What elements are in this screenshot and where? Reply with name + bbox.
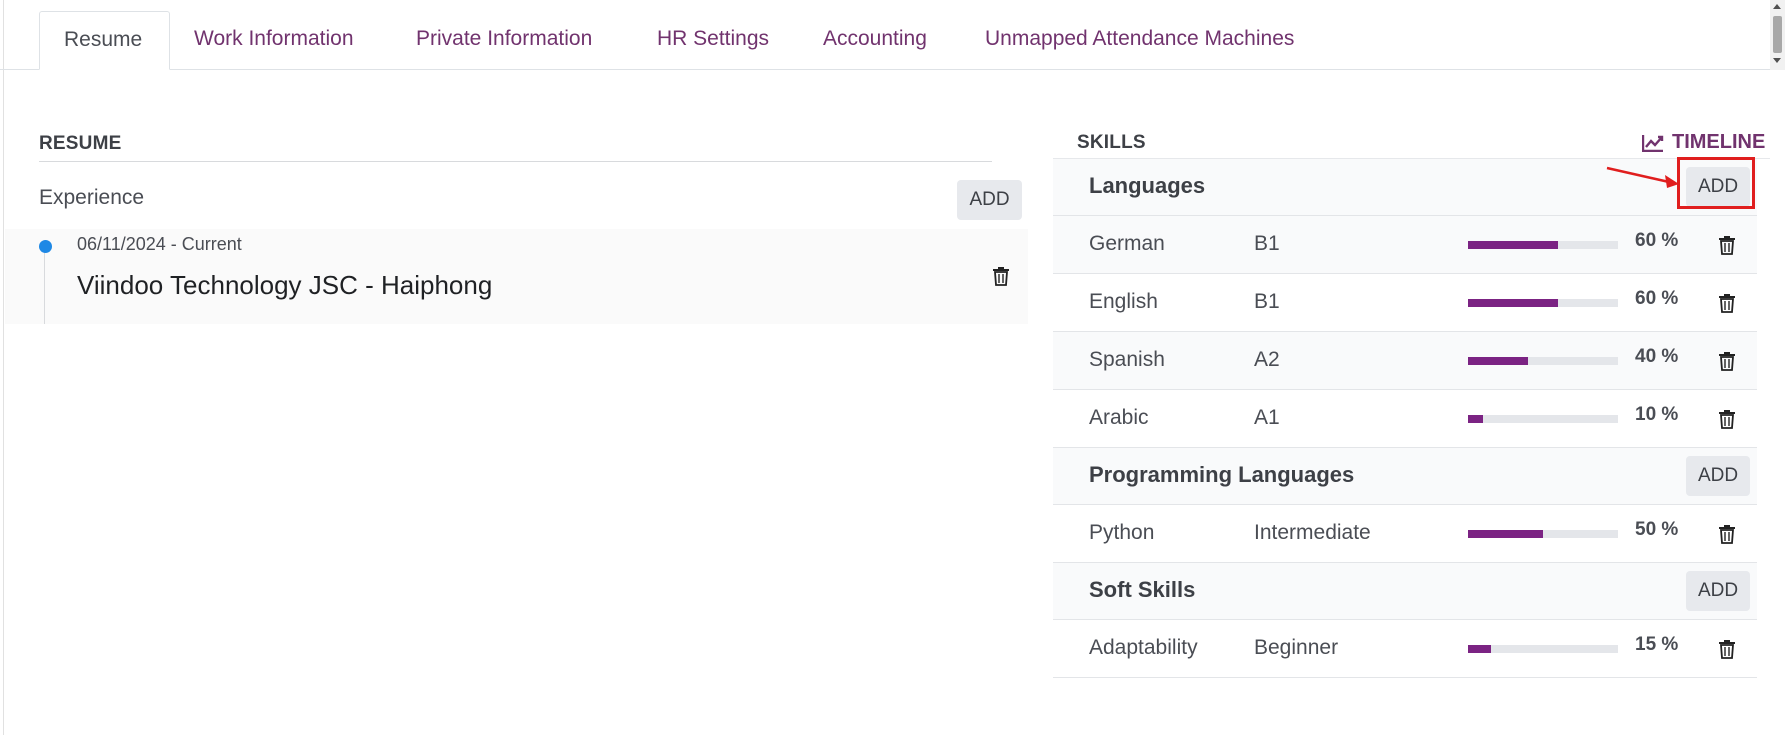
skill-name: Python bbox=[1089, 521, 1155, 544]
skill-percentage: 60 % bbox=[1635, 230, 1679, 251]
resume-title: RESUME bbox=[39, 133, 122, 154]
trash-icon[interactable] bbox=[1718, 293, 1736, 313]
tab-work-information[interactable]: Work Information bbox=[194, 11, 354, 70]
timeline-button[interactable]: TIMELINE bbox=[1641, 131, 1766, 157]
chart-line-icon bbox=[1641, 135, 1664, 153]
skills-title: SKILLS bbox=[1077, 132, 1146, 153]
skill-group-name: Programming Languages bbox=[1089, 462, 1355, 487]
trash-icon[interactable] bbox=[1718, 639, 1736, 659]
skill-percentage: 60 % bbox=[1635, 288, 1679, 309]
highlight-box bbox=[1677, 157, 1755, 209]
trash-icon[interactable] bbox=[1718, 351, 1736, 371]
skill-progress-bar bbox=[1468, 241, 1618, 249]
skill-progress-bar bbox=[1468, 415, 1618, 423]
skill-name: English bbox=[1089, 290, 1158, 313]
scroll-down-icon[interactable] bbox=[1773, 58, 1781, 63]
programming-languages-add-button[interactable]: ADD bbox=[1686, 456, 1750, 496]
scroll-up-icon[interactable] bbox=[1773, 4, 1781, 9]
skill-level: Intermediate bbox=[1254, 521, 1371, 544]
skill-row[interactable]: Python Intermediate 50 % bbox=[1053, 505, 1757, 563]
skill-group-name: Languages bbox=[1089, 173, 1206, 198]
skill-level: Beginner bbox=[1254, 636, 1339, 659]
skill-percentage: 10 % bbox=[1635, 404, 1679, 425]
resume-line-name[interactable]: Viindoo Technology JSC - Haiphong bbox=[77, 270, 492, 301]
skill-row[interactable]: Adaptability Beginner 15 % bbox=[1053, 620, 1757, 678]
tab-bar: Resume Work Information Private Informat… bbox=[0, 0, 1770, 70]
skill-progress-fill bbox=[1468, 415, 1483, 423]
trash-icon[interactable] bbox=[1718, 235, 1736, 255]
experience-label: Experience bbox=[39, 186, 145, 209]
skill-progress-bar bbox=[1468, 357, 1618, 365]
skill-group-row: Soft Skills ADD bbox=[1053, 563, 1757, 620]
trash-icon[interactable] bbox=[1718, 524, 1736, 544]
resume-divider bbox=[39, 161, 992, 162]
skill-name: Adaptability bbox=[1089, 636, 1198, 659]
skill-progress-fill bbox=[1468, 241, 1558, 249]
skill-name: German bbox=[1089, 232, 1165, 255]
skill-row[interactable]: German B1 60 % bbox=[1053, 216, 1757, 274]
skill-progress-bar bbox=[1468, 530, 1618, 538]
trash-icon[interactable] bbox=[1718, 409, 1736, 429]
skill-row[interactable]: Spanish A2 40 % bbox=[1053, 332, 1757, 390]
skill-row[interactable]: English B1 60 % bbox=[1053, 274, 1757, 332]
skill-percentage: 50 % bbox=[1635, 519, 1679, 540]
timeline-dot bbox=[39, 240, 52, 253]
skill-level: A1 bbox=[1254, 406, 1280, 429]
skill-progress-fill bbox=[1468, 299, 1558, 307]
timeline-label: TIMELINE bbox=[1672, 131, 1766, 153]
skill-row[interactable]: Arabic A1 10 % bbox=[1053, 390, 1757, 448]
tab-hr-settings[interactable]: HR Settings bbox=[657, 11, 769, 70]
scroll-thumb[interactable] bbox=[1773, 16, 1782, 53]
skill-name: Spanish bbox=[1089, 348, 1165, 371]
skill-progress-fill bbox=[1468, 645, 1491, 653]
scrollbar[interactable] bbox=[1770, 0, 1785, 70]
skill-level: B1 bbox=[1254, 232, 1280, 255]
skill-progress-bar bbox=[1468, 645, 1618, 653]
skill-group-name: Soft Skills bbox=[1089, 577, 1196, 602]
tab-accounting[interactable]: Accounting bbox=[823, 11, 927, 70]
skill-percentage: 15 % bbox=[1635, 634, 1679, 655]
skill-group-row: Programming Languages ADD bbox=[1053, 448, 1757, 505]
soft-skills-add-button[interactable]: ADD bbox=[1686, 571, 1750, 611]
skill-progress-fill bbox=[1468, 530, 1543, 538]
tab-resume[interactable]: Resume bbox=[39, 11, 170, 70]
experience-add-button[interactable]: ADD bbox=[957, 180, 1022, 220]
trash-icon[interactable] bbox=[992, 266, 1010, 286]
resume-line-date: 06/11/2024 - Current bbox=[77, 234, 242, 254]
skill-progress-fill bbox=[1468, 357, 1528, 365]
skill-level: A2 bbox=[1254, 348, 1280, 371]
skill-percentage: 40 % bbox=[1635, 346, 1679, 367]
tab-private-information[interactable]: Private Information bbox=[416, 11, 592, 70]
tab-unmapped-attendance-machines[interactable]: Unmapped Attendance Machines bbox=[985, 11, 1294, 70]
annotation-arrow bbox=[1606, 166, 1679, 188]
frame-border bbox=[3, 0, 4, 735]
timeline-bar bbox=[44, 245, 45, 324]
skill-level: B1 bbox=[1254, 290, 1280, 313]
skill-name: Arabic bbox=[1089, 406, 1149, 429]
skill-progress-bar bbox=[1468, 299, 1618, 307]
